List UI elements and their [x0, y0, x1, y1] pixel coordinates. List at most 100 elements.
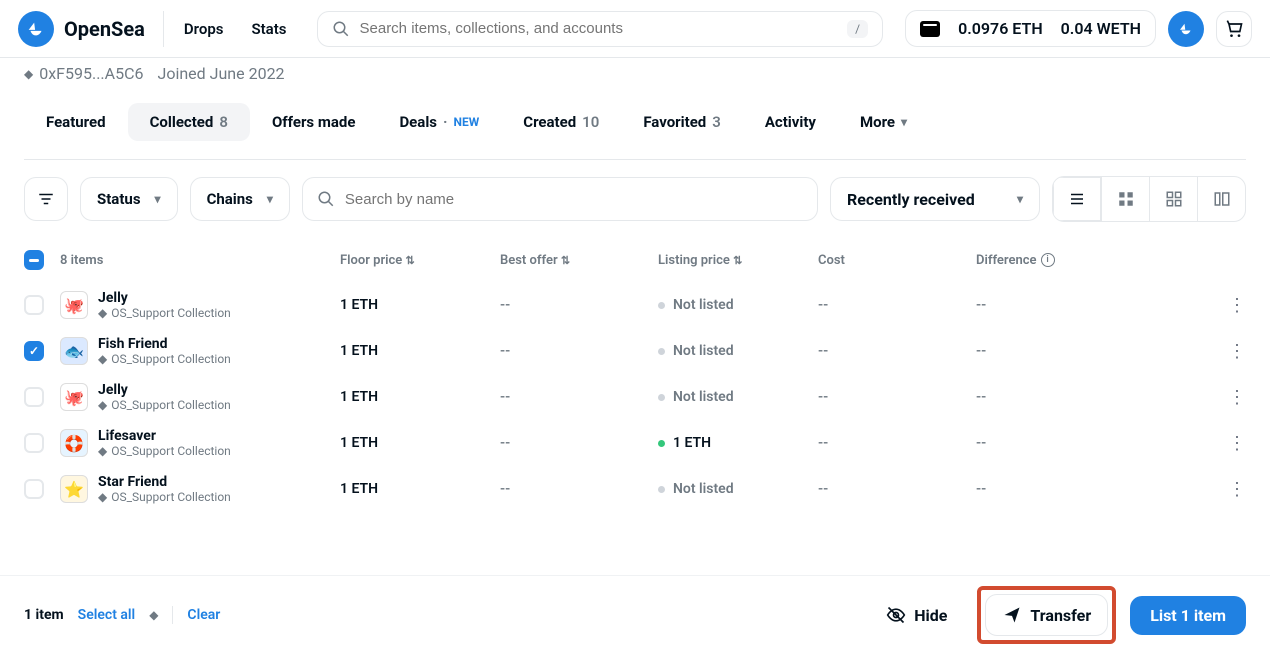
sort-icon: ⇅ [561, 254, 570, 267]
chains-filter[interactable]: Chains▾ [190, 177, 290, 221]
row-more-button[interactable]: ⋮ [1228, 387, 1246, 408]
item-thumbnail: 🐟 [60, 337, 88, 365]
filter-icon [37, 190, 55, 208]
eth-icon: ◆ [98, 398, 107, 412]
search-by-name-input[interactable] [345, 191, 803, 208]
table-row[interactable]: 🐙 Jelly ◆OS_Support Collection 1 ETH -- … [0, 374, 1270, 420]
cell-difference: -- [976, 435, 1156, 451]
cell-best-offer: -- [500, 343, 658, 359]
cart-button[interactable] [1216, 11, 1252, 47]
row-more-button[interactable]: ⋮ [1228, 295, 1246, 316]
list-item-button[interactable]: List 1 item [1130, 596, 1246, 635]
header-floor-price[interactable]: Floor price ⇅ [340, 253, 500, 268]
cell-floor-price: 1 ETH [340, 389, 500, 405]
header-best-offer[interactable]: Best offer ⇅ [500, 253, 658, 268]
item-name: Jelly [98, 382, 231, 398]
brand[interactable]: OpenSea [18, 11, 164, 47]
header-difference: Differencei [976, 253, 1156, 268]
row-more-button[interactable]: ⋮ [1228, 341, 1246, 362]
cell-listing-price: Not listed [658, 389, 818, 405]
cell-floor-price: 1 ETH [340, 435, 500, 451]
profile-meta: ◆0xF595...A5C6 Joined June 2022 [0, 58, 1270, 85]
tab-featured[interactable]: Featured [24, 103, 128, 141]
tab-activity[interactable]: Activity [743, 103, 838, 141]
toggle-filters-button[interactable] [24, 177, 68, 221]
selected-count: 1 item [24, 607, 64, 623]
row-checkbox[interactable] [24, 433, 44, 453]
item-thumbnail: 🛟 [60, 429, 88, 457]
cell-floor-price: 1 ETH [340, 343, 500, 359]
item-collection: ◆OS_Support Collection [98, 398, 231, 412]
cell-listing-price: Not listed [658, 481, 818, 497]
profile-tabs: Featured Collected8 Offers made Deals·NE… [0, 85, 1270, 159]
eth-icon: ◆ [98, 352, 107, 366]
eth-icon: ◆ [24, 67, 33, 81]
cell-difference: -- [976, 343, 1156, 359]
view-list-button[interactable] [1053, 177, 1101, 221]
item-thumbnail: 🐙 [60, 383, 88, 411]
cell-cost: -- [818, 343, 976, 359]
split-view-icon [1213, 190, 1231, 208]
chevron-down-icon: ▾ [267, 192, 273, 206]
nav-stats[interactable]: Stats [243, 20, 294, 38]
grid-small-icon [1117, 190, 1135, 208]
table-row[interactable]: 🐟 Fish Friend ◆OS_Support Collection 1 E… [0, 328, 1270, 374]
view-split-button[interactable] [1197, 177, 1245, 221]
cell-floor-price: 1 ETH [340, 297, 500, 313]
item-thumbnail: 🐙 [60, 291, 88, 319]
cart-icon [1224, 19, 1244, 39]
cell-best-offer: -- [500, 435, 658, 451]
cell-listing-price: Not listed [658, 297, 818, 313]
wallet-icon [920, 21, 940, 37]
table-row[interactable]: 🛟 Lifesaver ◆OS_Support Collection 1 ETH… [0, 420, 1270, 466]
view-grid-small-button[interactable] [1101, 177, 1149, 221]
global-search[interactable]: / [317, 11, 884, 47]
sort-dropdown[interactable]: Recently received▾ [830, 177, 1040, 221]
select-all-checkbox[interactable] [24, 250, 44, 270]
list-icon [1068, 190, 1086, 208]
account-avatar-icon[interactable] [1168, 11, 1204, 47]
view-grid-large-button[interactable] [1149, 177, 1197, 221]
select-all-link[interactable]: Select all [78, 607, 136, 623]
search-by-name[interactable] [302, 177, 818, 221]
cell-cost: -- [818, 297, 976, 313]
row-checkbox[interactable] [24, 387, 44, 407]
sort-icon: ⇅ [406, 254, 415, 267]
wallet-balance[interactable]: 0.0976 ETH 0.04 WETH [905, 10, 1156, 47]
row-checkbox[interactable] [24, 341, 44, 361]
tab-created[interactable]: Created10 [501, 103, 621, 141]
tab-favorited[interactable]: Favorited3 [621, 103, 743, 141]
table-row[interactable]: ⭐ Star Friend ◆OS_Support Collection 1 E… [0, 466, 1270, 512]
tab-offers-made[interactable]: Offers made [250, 103, 378, 141]
clear-link[interactable]: Clear [187, 607, 220, 623]
table-row[interactable]: 🐙 Jelly ◆OS_Support Collection 1 ETH -- … [0, 282, 1270, 328]
nav-drops[interactable]: Drops [176, 20, 232, 38]
status-filter[interactable]: Status▾ [80, 177, 178, 221]
status-dot-icon [658, 486, 665, 493]
hide-button[interactable]: Hide [870, 595, 963, 635]
status-dot-icon [658, 348, 665, 355]
tab-collected[interactable]: Collected8 [128, 103, 250, 141]
cell-difference: -- [976, 297, 1156, 313]
row-checkbox[interactable] [24, 295, 44, 315]
row-more-button[interactable]: ⋮ [1228, 433, 1246, 454]
joined-date: Joined June 2022 [157, 64, 284, 83]
header-listing-price[interactable]: Listing price ⇅ [658, 253, 818, 268]
transfer-button[interactable]: Transfer [985, 594, 1108, 636]
cell-floor-price: 1 ETH [340, 481, 500, 497]
row-more-button[interactable]: ⋮ [1228, 479, 1246, 500]
item-collection: ◆OS_Support Collection [98, 490, 231, 504]
tab-deals[interactable]: Deals·NEW [377, 103, 501, 141]
cell-cost: -- [818, 389, 976, 405]
opensea-logo-icon [18, 11, 54, 47]
wallet-address[interactable]: ◆0xF595...A5C6 [24, 64, 143, 83]
row-checkbox[interactable] [24, 479, 44, 499]
cell-cost: -- [818, 481, 976, 497]
item-collection: ◆OS_Support Collection [98, 306, 231, 320]
chevron-down-icon: ▾ [1017, 192, 1023, 206]
tab-more[interactable]: More▾ [838, 103, 929, 141]
global-search-input[interactable] [360, 20, 838, 37]
info-icon[interactable]: i [1041, 253, 1055, 267]
item-name: Star Friend [98, 474, 231, 490]
selection-footer: 1 item Select all ◆ Clear Hide Transfer … [0, 575, 1270, 654]
